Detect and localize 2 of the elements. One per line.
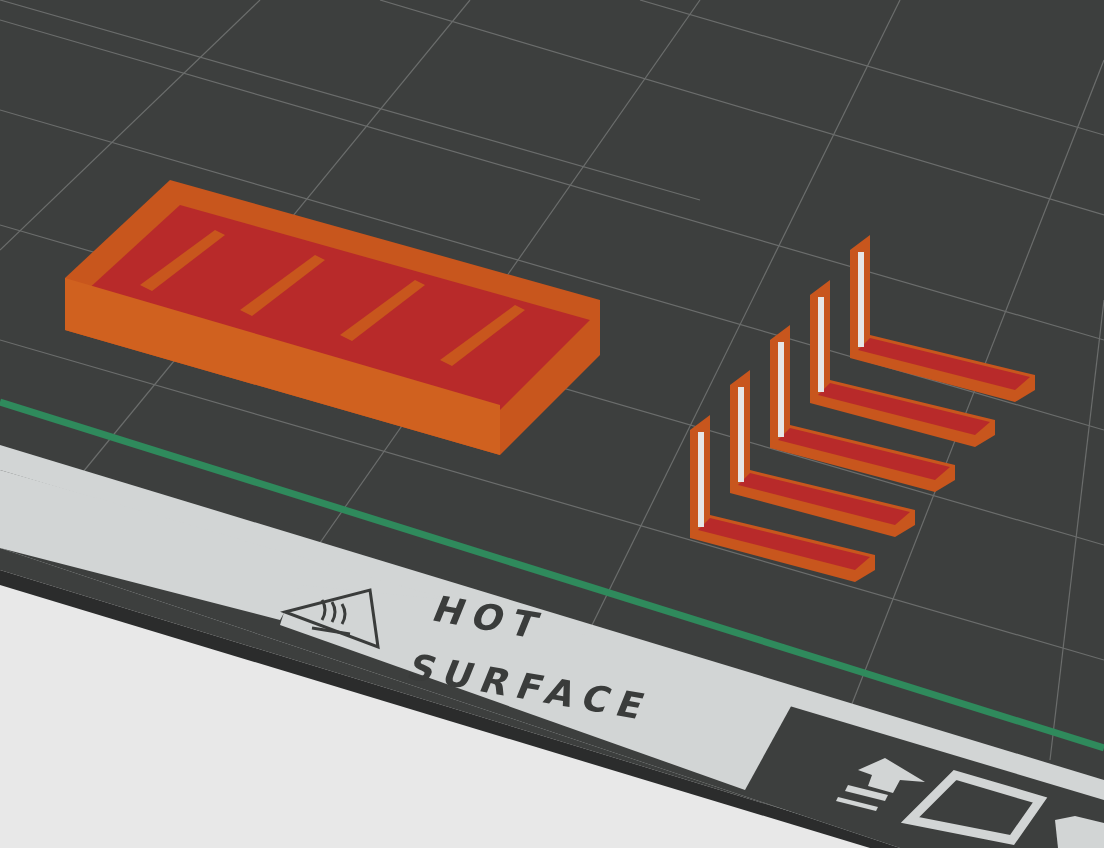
warning-triangle-icon — [280, 588, 380, 650]
bed-label-text: HOT — [426, 588, 554, 648]
